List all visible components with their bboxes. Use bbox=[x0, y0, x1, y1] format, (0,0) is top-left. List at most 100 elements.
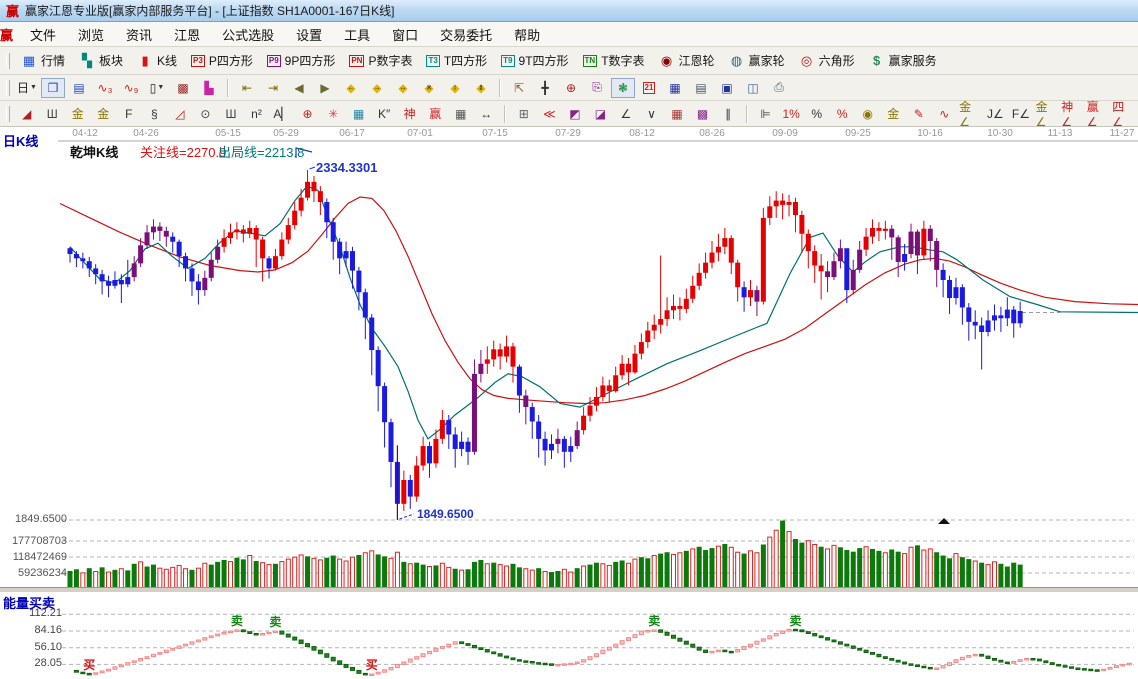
gann-grid2-tool[interactable]: ▩ bbox=[691, 104, 715, 124]
menu-item-4[interactable]: 公式选股 bbox=[211, 23, 285, 46]
step-forward-button[interactable]: ▶ bbox=[313, 78, 337, 98]
shen-angle-tool[interactable]: 神∠ bbox=[1060, 100, 1084, 129]
speed-line-tool[interactable]: ◪ bbox=[589, 104, 613, 124]
chart-pattern-icon[interactable]: ▩ bbox=[171, 78, 195, 98]
golden-angle-tool[interactable]: 金∠ bbox=[958, 100, 982, 129]
time-ruler-tool[interactable]: Ш bbox=[219, 104, 243, 124]
trend-angle-tool[interactable]: ∠ bbox=[614, 104, 638, 124]
fan-lines-tool[interactable]: ≪ bbox=[538, 104, 562, 124]
menu-item-0[interactable]: 文件 bbox=[19, 23, 67, 46]
scale-fit-button[interactable]: ◆ ⇕ bbox=[469, 78, 493, 98]
fibonacci-tool[interactable]: F bbox=[117, 104, 141, 124]
scale-up-button[interactable]: ◆ ↕ bbox=[443, 78, 467, 98]
smart-assistant-icon[interactable]: ❃ bbox=[611, 77, 635, 98]
color-volume-icon[interactable]: ▙ bbox=[197, 78, 221, 98]
menu-item-5[interactable]: 设置 bbox=[285, 23, 333, 46]
f-angle-tool[interactable]: F∠ bbox=[1009, 104, 1033, 124]
zigzag-tool[interactable]: ∨ bbox=[640, 104, 664, 124]
percent-lines-tool[interactable]: % bbox=[830, 104, 854, 124]
calculator-icon[interactable]: ▦ bbox=[663, 78, 687, 98]
winner-service-button[interactable]: $ 赢家服务 bbox=[862, 49, 944, 73]
win-angle-tool[interactable]: 赢∠ bbox=[1086, 100, 1110, 129]
golden-ratio-tool[interactable]: 金 bbox=[92, 104, 116, 124]
gann-grid-tool[interactable]: ▦ bbox=[665, 104, 689, 124]
menu-item-6[interactable]: 工具 bbox=[333, 23, 381, 46]
draw-fit-tool[interactable]: ✎ bbox=[907, 104, 931, 124]
quotes-button[interactable]: ▦ 行情 bbox=[14, 49, 72, 73]
sectors-button[interactable]: ▚ 板块 bbox=[72, 49, 130, 73]
wave3-icon[interactable]: ∿₃ bbox=[93, 78, 117, 98]
printer-icon[interactable]: ⎙ bbox=[767, 78, 791, 98]
menu-item-7[interactable]: 窗口 bbox=[381, 23, 429, 46]
menu-item-1[interactable]: 浏览 bbox=[67, 23, 115, 46]
toolbar-grip[interactable] bbox=[6, 79, 10, 96]
hexagon-button[interactable]: ◎ 六角形 bbox=[792, 49, 862, 73]
parallel-lines-tool[interactable]: ∥ bbox=[716, 104, 740, 124]
menu-item-2[interactable]: 资讯 bbox=[115, 23, 163, 46]
price-ruler-tool[interactable]: Ш bbox=[40, 104, 64, 124]
network-icon[interactable]: ◫ bbox=[741, 78, 765, 98]
menu-item-9[interactable]: 帮助 bbox=[503, 23, 551, 46]
four-angle-tool[interactable]: 四∠ bbox=[1111, 100, 1135, 129]
zoom-in-h-button[interactable]: ◆ ✕ bbox=[417, 78, 441, 98]
hand-tool[interactable]: ⇱ bbox=[507, 78, 531, 98]
win-tool[interactable]: 赢 bbox=[423, 104, 447, 124]
chart-area[interactable]: 日K线 乾坤K线 关注线=2270.9 出局线=2213.8 2334.3301… bbox=[0, 127, 1138, 679]
golden-angle2-tool[interactable]: 金∠ bbox=[1035, 100, 1059, 129]
golden-circle-tool[interactable]: ◉ bbox=[856, 104, 880, 124]
p-number-table-button[interactable]: PN P数字表 bbox=[342, 49, 419, 73]
jump-last-button[interactable]: ⇥ bbox=[261, 78, 285, 98]
notepad-icon[interactable]: ▤ bbox=[689, 78, 713, 98]
scale-ruler-tool[interactable]: ⊫ bbox=[754, 104, 778, 124]
star-web-tool[interactable]: ✳ bbox=[321, 104, 345, 124]
pan-left-button[interactable]: ◆ ← bbox=[339, 78, 363, 98]
window-layout-icon[interactable]: ❐ bbox=[41, 77, 65, 98]
step-back-button[interactable]: ◀ bbox=[287, 78, 311, 98]
angle-a-tool[interactable]: A▏ bbox=[270, 104, 294, 124]
cycle-wave-tool[interactable]: ∿ bbox=[933, 104, 957, 124]
spiral-tool[interactable]: § bbox=[143, 104, 167, 124]
rect-tool[interactable]: ⊞ bbox=[512, 104, 536, 124]
square-web-tool[interactable]: ▦ bbox=[347, 104, 371, 124]
square-number-tool[interactable]: n² bbox=[245, 104, 269, 124]
number-grid-tool[interactable]: ▦ bbox=[449, 104, 473, 124]
k-mark-tool[interactable]: K″ bbox=[372, 104, 396, 124]
golden-lines-tool[interactable]: 金 bbox=[881, 104, 905, 124]
shen-tool[interactable]: 神 bbox=[398, 104, 422, 124]
info-panel-icon[interactable]: ▤ bbox=[67, 78, 91, 98]
percent-tool[interactable]: % bbox=[805, 104, 829, 124]
gann-fan-tool[interactable]: ◢ bbox=[15, 104, 39, 124]
candle-style-selector[interactable]: ▯ ▼ bbox=[145, 78, 169, 98]
save-icon[interactable]: ▣ bbox=[715, 78, 739, 98]
wave9-icon[interactable]: ∿₉ bbox=[119, 78, 143, 98]
gann-wheel-button[interactable]: ◉ 江恩轮 bbox=[652, 49, 722, 73]
magnifier-tool[interactable]: ⊕ bbox=[559, 78, 583, 98]
toolbar-grip[interactable] bbox=[6, 105, 10, 122]
crosshair-tool[interactable]: ╋ bbox=[533, 78, 557, 98]
calendar-icon[interactable]: 21 bbox=[637, 78, 661, 98]
jump-first-button[interactable]: ⇤ bbox=[235, 78, 259, 98]
period-selector[interactable]: 日 ▼ bbox=[15, 78, 39, 98]
9t-square-button[interactable]: T9 9T四方形 bbox=[494, 49, 575, 73]
span-measure-tool[interactable]: ↔ bbox=[475, 104, 499, 124]
pan-right-button[interactable]: ◆ → bbox=[365, 78, 389, 98]
menu-item-3[interactable]: 江恩 bbox=[163, 23, 211, 46]
percent-one-tool[interactable]: 1% bbox=[779, 104, 803, 124]
menu-item-8[interactable]: 交易委托 bbox=[429, 23, 503, 46]
j-angle-tool[interactable]: J∠ bbox=[984, 104, 1008, 124]
t-number-table-button[interactable]: TN T数字表 bbox=[576, 49, 652, 73]
angle-ruler-tool[interactable]: ◿ bbox=[168, 104, 192, 124]
zoom-out-h-button[interactable]: ◆ ↔ bbox=[391, 78, 415, 98]
t-square-button[interactable]: T3 T四方形 bbox=[419, 49, 494, 73]
winner-wheel-button[interactable]: ◍ 赢家轮 bbox=[722, 49, 792, 73]
p-square-button[interactable]: P3 P四方形 bbox=[184, 49, 260, 73]
cycle-circle-tool[interactable]: ⊙ bbox=[194, 104, 218, 124]
panel-divider[interactable] bbox=[0, 587, 1138, 593]
angle-box-tool[interactable]: ◩ bbox=[563, 104, 587, 124]
kline-button[interactable]: ▮ K线 bbox=[130, 49, 184, 73]
golden-section-tool[interactable]: 金 bbox=[66, 104, 90, 124]
circle-cross-tool[interactable]: ⊕ bbox=[296, 104, 320, 124]
9p-square-button[interactable]: P9 9P四方形 bbox=[260, 49, 342, 73]
toolbar-grip[interactable] bbox=[6, 52, 10, 69]
copy-chart-button[interactable]: ⎘ bbox=[585, 78, 609, 98]
